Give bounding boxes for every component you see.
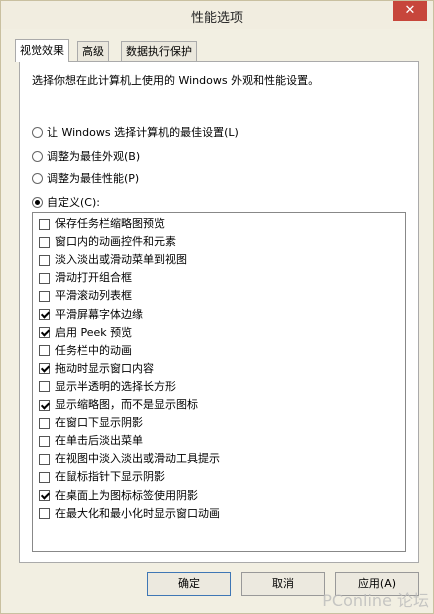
effect-label: 在视图中淡入淡出或滑动工具提示 (55, 452, 220, 466)
effect-label: 在单击后淡出菜单 (55, 434, 143, 448)
checkbox-unchecked[interactable] (39, 218, 50, 230)
checkbox-unchecked[interactable] (39, 254, 50, 266)
checkbox-unchecked[interactable] (39, 236, 50, 248)
ok-button[interactable]: 确定 (147, 572, 231, 596)
effect-label: 平滑屏幕字体边缘 (55, 307, 143, 321)
radio-indicator[interactable] (32, 150, 43, 162)
checkbox-unchecked[interactable] (39, 417, 50, 429)
effect-label: 任务栏中的动画 (55, 343, 132, 357)
cancel-button[interactable]: 取消 (241, 572, 325, 596)
checkbox-unchecked[interactable] (39, 290, 50, 302)
tab-advanced[interactable]: 高级 (77, 41, 109, 61)
radio-let-windows-choose[interactable]: 让 Windows 选择计算机的最佳设置(L) (32, 124, 239, 140)
site-watermark: PConline 论坛 (322, 591, 429, 610)
checkbox-unchecked[interactable] (39, 453, 50, 465)
effect-row[interactable]: 在单击后淡出菜单 (39, 432, 143, 450)
radio-indicator[interactable] (32, 172, 43, 184)
effect-label: 窗口内的动画控件和元素 (55, 235, 176, 249)
radio-best-appearance[interactable]: 调整为最佳外观(B) (32, 148, 140, 164)
radio-custom[interactable]: 自定义(C): (32, 194, 100, 210)
checkbox-unchecked[interactable] (39, 435, 50, 447)
effect-row[interactable]: 平滑屏幕字体边缘 (39, 306, 143, 324)
tab-visual-effects[interactable]: 视觉效果 (15, 39, 69, 62)
effect-label: 启用 Peek 预览 (55, 325, 133, 339)
effect-label: 拖动时显示窗口内容 (55, 361, 154, 375)
checkbox-unchecked[interactable] (39, 381, 50, 393)
effect-row[interactable]: 显示半透明的选择长方形 (39, 378, 176, 396)
checkbox-unchecked[interactable] (39, 508, 50, 520)
radio-label: 让 Windows 选择计算机的最佳设置(L) (47, 126, 239, 139)
effect-row[interactable]: 平滑滚动列表框 (39, 287, 132, 305)
checkbox-checked[interactable] (39, 309, 50, 320)
radio-indicator-selected[interactable] (32, 196, 43, 208)
effect-row[interactable]: 淡入淡出或滑动菜单到视图 (39, 251, 187, 269)
visual-effects-panel: 选择你想在此计算机上使用的 Windows 外观和性能设置。 让 Windows… (19, 61, 419, 563)
effect-label: 在窗口下显示阴影 (55, 416, 143, 430)
effect-row[interactable]: 在视图中淡入淡出或滑动工具提示 (39, 450, 220, 468)
effect-row[interactable]: 在鼠标指针下显示阴影 (39, 468, 165, 486)
checkbox-checked[interactable] (39, 327, 50, 339)
radio-best-performance[interactable]: 调整为最佳性能(P) (32, 170, 139, 186)
performance-options-dialog: 性能选项 ✕ 视觉效果 高级 数据执行保护 选择你想在此计算机上使用的 Wind… (0, 0, 434, 614)
effect-row[interactable]: 在最大化和最小化时显示窗口动画 (39, 505, 220, 523)
effect-row[interactable]: 任务栏中的动画 (39, 342, 132, 360)
radio-indicator[interactable] (32, 126, 43, 138)
effect-row[interactable]: 拖动时显示窗口内容 (39, 360, 154, 378)
effect-label: 显示缩略图，而不是显示图标 (55, 398, 198, 411)
effect-row[interactable]: 显示缩略图，而不是显示图标 (39, 396, 198, 414)
effect-label: 在鼠标指针下显示阴影 (55, 470, 165, 484)
effect-row[interactable]: 在桌面上为图标标签使用阴影 (39, 487, 198, 505)
effect-label: 在桌面上为图标标签使用阴影 (55, 488, 198, 502)
effect-label: 滑动打开组合框 (55, 271, 132, 285)
effect-row[interactable]: 启用 Peek 预览 (39, 324, 132, 342)
effect-label: 显示半透明的选择长方形 (55, 379, 176, 393)
effect-label: 平滑滚动列表框 (55, 289, 132, 303)
effects-list[interactable]: 保存任务栏缩略图预览 窗口内的动画控件和元素 淡入淡出或滑动菜单到视图 滑动打开组合框… (32, 212, 406, 552)
checkbox-unchecked[interactable] (39, 471, 50, 483)
checkbox-unchecked[interactable] (39, 345, 50, 357)
radio-label: 自定义(C): (47, 196, 100, 209)
effect-row[interactable]: 窗口内的动画控件和元素 (39, 233, 176, 251)
checkbox-checked[interactable] (39, 363, 50, 375)
radio-label: 调整为最佳性能(P) (47, 172, 140, 185)
window-title: 性能选项 (190, 11, 243, 26)
effect-label: 在最大化和最小化时显示窗口动画 (55, 506, 220, 520)
effect-row[interactable]: 在窗口下显示阴影 (39, 414, 143, 432)
checkbox-unchecked[interactable] (39, 272, 50, 284)
effect-label: 保存任务栏缩略图预览 (55, 217, 165, 230)
panel-description: 选择你想在此计算机上使用的 Windows 外观和性能设置。 (32, 74, 320, 87)
effect-label: 淡入淡出或滑动菜单到视图 (55, 253, 187, 267)
close-button[interactable]: ✕ (393, 1, 427, 21)
tab-data-execution-prevention[interactable]: 数据执行保护 (121, 41, 197, 61)
title-bar: 性能选项 ✕ (1, 1, 433, 29)
checkbox-checked[interactable] (39, 399, 50, 411)
radio-label: 调整为最佳外观(B) (47, 150, 141, 163)
effect-row[interactable]: 滑动打开组合框 (39, 269, 132, 287)
checkbox-checked[interactable] (39, 490, 50, 501)
effect-row[interactable]: 保存任务栏缩略图预览 (39, 215, 165, 233)
